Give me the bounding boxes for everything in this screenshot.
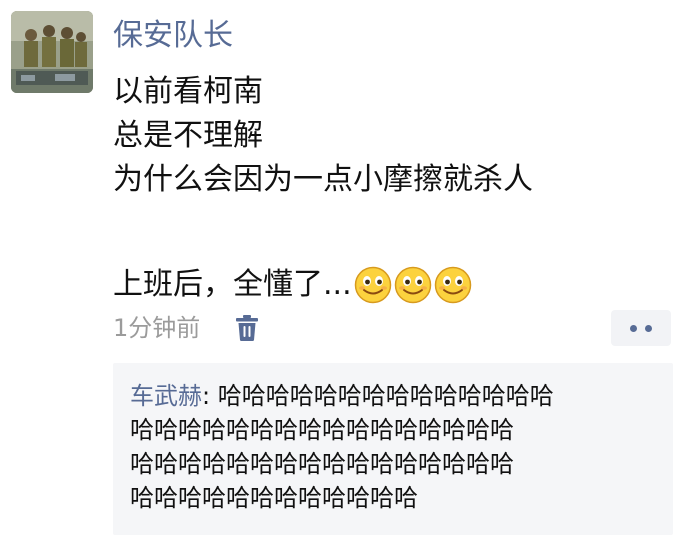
post-text-line: 上班后，全懂了... <box>113 267 352 302</box>
smile-emoji-icon <box>434 266 472 304</box>
smile-emoji-icon <box>354 266 392 304</box>
moments-post: 保安队长 以前看柯南 总是不理解 为什么会因为一点小摩擦就杀人 上班后，全懂了.… <box>0 0 690 544</box>
more-dots-icon[interactable] <box>611 310 671 346</box>
dot <box>630 325 637 332</box>
post-meta-row: 1分钟前 <box>113 308 673 348</box>
comment[interactable]: 车武赫: 哈哈哈哈哈哈哈哈哈哈哈哈哈哈 哈哈哈哈哈哈哈哈哈哈哈哈哈哈哈哈 哈哈哈… <box>130 379 670 515</box>
comment-row: 哈哈哈哈哈哈哈哈哈哈哈哈哈哈哈哈 <box>130 416 514 444</box>
comment-row: 车武赫: 哈哈哈哈哈哈哈哈哈哈哈哈哈哈 <box>130 379 670 413</box>
comment-separator: : <box>202 382 218 410</box>
timestamp: 1分钟前 <box>113 314 201 342</box>
comment-row: 哈哈哈哈哈哈哈哈哈哈哈哈哈哈哈哈 <box>130 450 514 478</box>
post-text-last-line: 上班后，全懂了... <box>113 260 673 310</box>
post-content: 以前看柯南 总是不理解 为什么会因为一点小摩擦就杀人 上班后，全懂了... <box>113 70 673 310</box>
dot <box>645 325 652 332</box>
post-text-line: 为什么会因为一点小摩擦就杀人 <box>113 162 533 197</box>
post-text-line: 总是不理解 <box>113 118 263 153</box>
trash-icon[interactable] <box>235 314 259 342</box>
smile-emoji-icon <box>394 266 432 304</box>
post-text-line: 以前看柯南 <box>113 74 263 109</box>
comment-box: 车武赫: 哈哈哈哈哈哈哈哈哈哈哈哈哈哈 哈哈哈哈哈哈哈哈哈哈哈哈哈哈哈哈 哈哈哈… <box>113 363 673 535</box>
author-name[interactable]: 保安队长 <box>113 16 233 56</box>
avatar[interactable] <box>11 11 93 93</box>
avatar-image <box>11 11 93 93</box>
comment-author[interactable]: 车武赫 <box>130 382 202 410</box>
comment-row: 哈哈哈哈哈哈哈哈哈哈哈哈 <box>130 484 418 512</box>
comment-text: 哈哈哈哈哈哈哈哈哈哈哈哈哈哈 <box>217 382 554 410</box>
